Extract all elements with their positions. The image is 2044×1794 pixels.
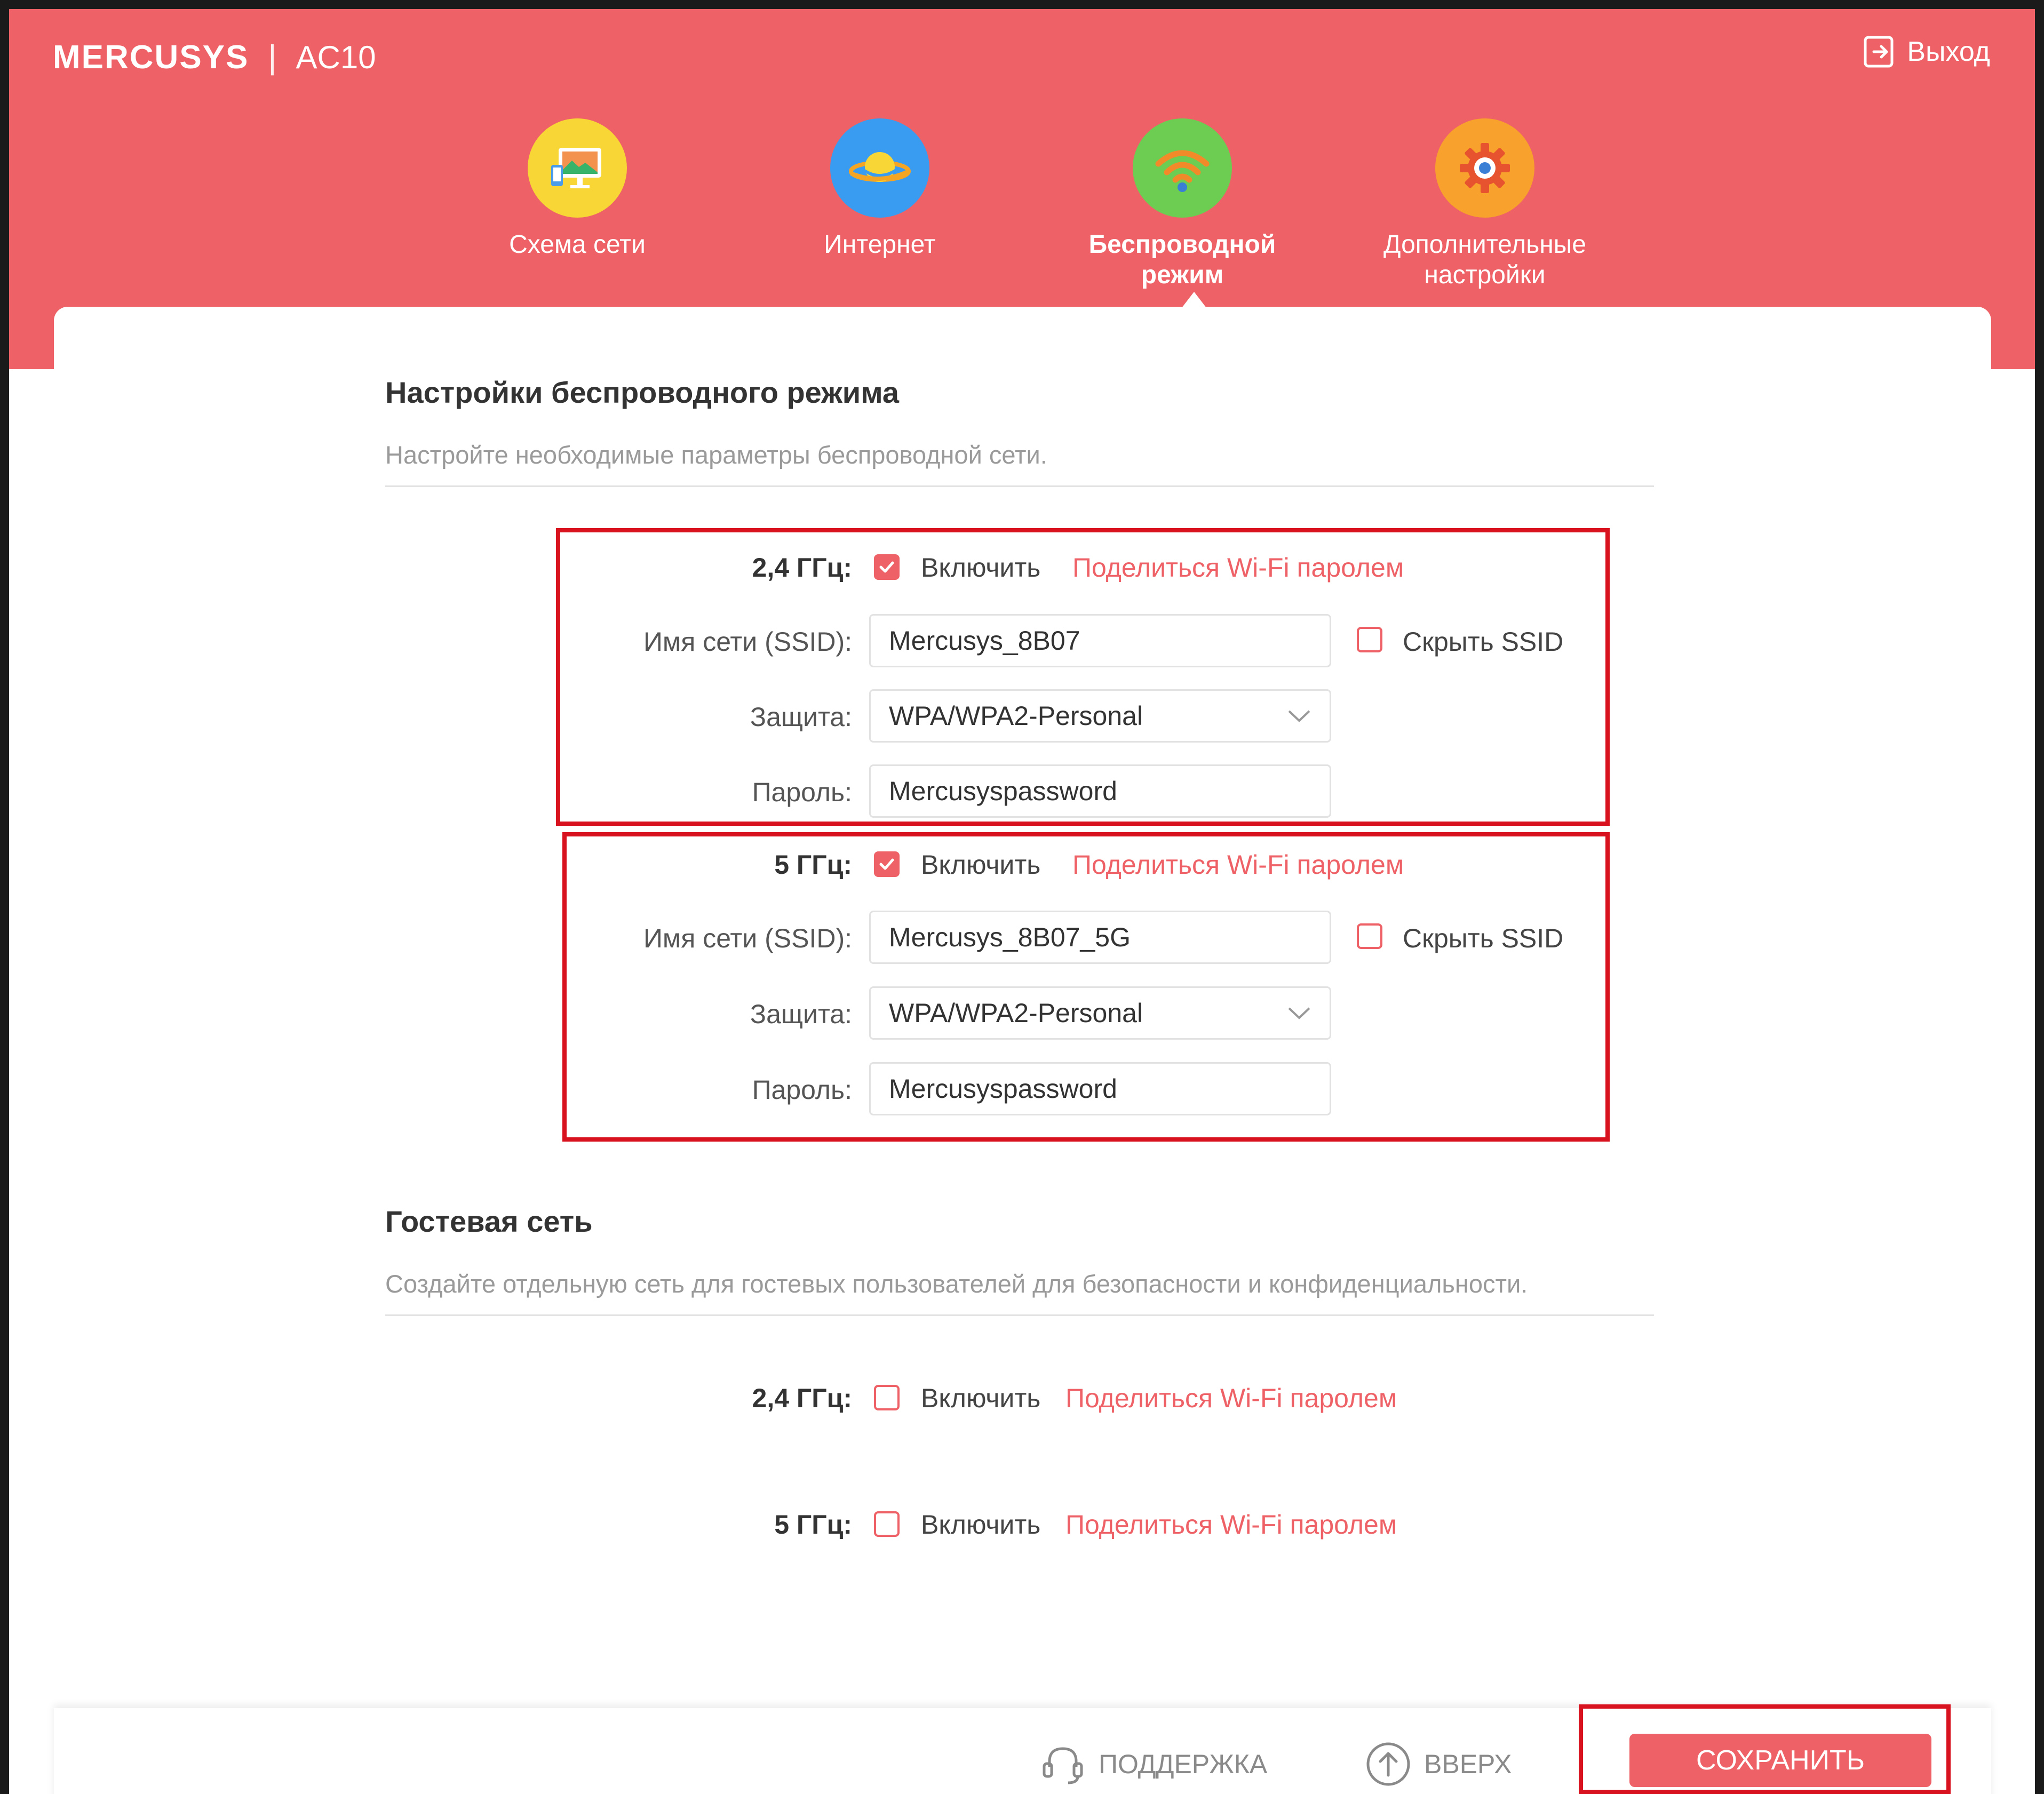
band24-password-value: Mercusyspassword [889,776,1117,806]
guest24-enable-checkbox[interactable] [874,1385,900,1410]
nav-internet[interactable]: Интернет [757,118,1003,260]
band24-hide-ssid-checkbox[interactable] [1357,627,1382,652]
support-label: ПОДДЕРЖКА [1099,1749,1268,1779]
nav-network-map[interactable]: Схема сети [455,118,700,260]
band5-password-value: Mercusyspassword [889,1074,1117,1104]
scroll-top-label: ВВЕРХ [1424,1749,1512,1779]
nav-label: Схема сети [509,230,646,259]
band5-security-select[interactable]: WPA/WPA2-Personal [869,986,1331,1040]
band24-share-link[interactable]: Поделиться Wi-Fi паролем [1072,552,1404,583]
band5-share-link[interactable]: Поделиться Wi-Fi паролем [1072,849,1404,880]
logout-button[interactable]: Выход [1863,30,1990,73]
guest-title: Гостевая сеть [385,1205,593,1238]
band5-ssid-label: Имя сети (SSID): [643,923,852,953]
band5-label: 5 ГГц: [774,850,852,880]
band24-security-select[interactable]: WPA/WPA2-Personal [869,689,1331,743]
guest24-enable-label: Включить [921,1383,1041,1413]
nav-label: Беспроводной режим [1088,230,1276,289]
wireless-title: Настройки беспроводного режима [385,376,900,409]
network-map-icon [528,118,627,218]
band5-password-label: Пароль: [752,1075,852,1105]
guest5-share-link[interactable]: Поделиться Wi-Fi паролем [1065,1509,1397,1540]
nav-wireless[interactable]: Беспроводной режим [1060,118,1305,290]
divider [385,485,1654,487]
brand-logo: MERCUSYS [53,38,249,76]
band24-enable-label: Включить [921,553,1041,583]
chevron-down-icon [1288,1007,1310,1019]
nav-label: Интернет [824,230,936,259]
band5-security-label: Защита: [750,999,852,1029]
brand: MERCUSYS | AC10 [53,33,376,81]
band5-hide-ssid-label: Скрыть SSID [1403,923,1564,953]
logout-label: Выход [1907,36,1990,67]
gear-icon [1435,118,1534,218]
band24-security-label: Защита: [750,702,852,732]
band24-password-input[interactable]: Mercusyspassword [869,764,1331,818]
band24-label: 2,4 ГГц: [752,553,852,583]
model-name: AC10 [296,39,376,75]
wireless-subtitle: Настройте необходимые параметры беспрово… [385,441,1047,469]
band24-ssid-label: Имя сети (SSID): [643,627,852,657]
guest5-enable-label: Включить [921,1510,1041,1540]
band24-ssid-input[interactable]: Mercusys_8B07 [869,614,1331,667]
band24-enable-checkbox[interactable] [874,554,900,580]
guest5-label: 5 ГГц: [774,1510,852,1540]
band5-enable-label: Включить [921,850,1041,880]
divider [385,1314,1654,1316]
save-button[interactable]: СОХРАНИТЬ [1629,1734,1931,1787]
band5-hide-ssid-checkbox[interactable] [1357,923,1382,949]
support-link[interactable]: ПОДДЕРЖКА [1039,1740,1267,1788]
checkmark-icon [879,561,894,573]
scroll-top-link[interactable]: ВВЕРХ [1364,1740,1512,1788]
wifi-icon [1133,118,1232,218]
band5-ssid-input[interactable]: Mercusys_8B07_5G [869,911,1331,964]
guest24-label: 2,4 ГГц: [752,1383,852,1413]
guest5-enable-checkbox[interactable] [874,1511,900,1537]
band24-password-label: Пароль: [752,777,852,807]
internet-planet-icon [830,118,929,218]
band5-enable-checkbox[interactable] [874,851,900,877]
band24-ssid-value: Mercusys_8B07 [889,626,1080,656]
guest24-share-link[interactable]: Поделиться Wi-Fi паролем [1065,1383,1397,1414]
headset-icon [1043,1747,1083,1784]
band5-ssid-value: Mercusys_8B07_5G [889,922,1131,952]
band5-password-input[interactable]: Mercusyspassword [869,1062,1331,1115]
checkmark-icon [879,858,894,870]
band24-hide-ssid-label: Скрыть SSID [1403,627,1564,657]
chevron-down-icon [1288,710,1310,722]
nav-advanced[interactable]: Дополнительные настройки [1362,118,1608,290]
guest-subtitle: Создайте отдельную сеть для гостевых пол… [385,1270,1528,1298]
band5-security-value: WPA/WPA2-Personal [889,998,1143,1028]
brand-separator: | [268,38,277,76]
band24-security-value: WPA/WPA2-Personal [889,701,1143,731]
arrow-up-circle-icon [1366,1742,1410,1786]
nav-label: Дополнительные настройки [1383,230,1586,289]
browser-viewport: MERCUSYS | AC10 Выход Схема сети Интерне… [9,9,2035,1794]
logout-icon [1864,36,1894,68]
